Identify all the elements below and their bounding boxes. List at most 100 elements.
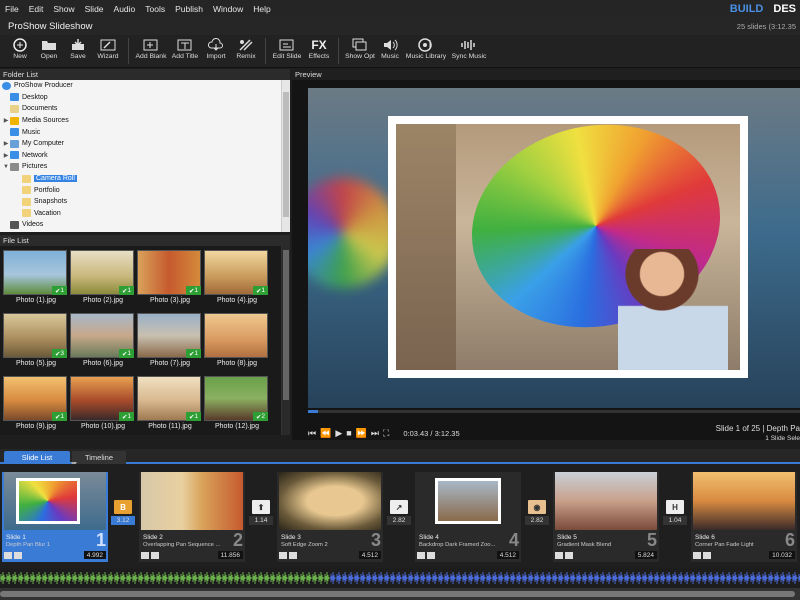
expand-arrow-icon[interactable]: ▶ xyxy=(2,117,10,124)
effects-button[interactable]: FX Effects xyxy=(304,35,334,68)
build-mode-tab[interactable]: BUILD xyxy=(730,3,764,15)
folder-item-camera-roll[interactable]: Camera Roll xyxy=(0,173,290,185)
transition-item[interactable]: H 1.04 xyxy=(663,500,687,530)
folder-list-scrollbar[interactable] xyxy=(281,80,290,232)
audio-waveform-track[interactable] xyxy=(0,568,800,588)
save-button[interactable]: Save xyxy=(64,35,92,68)
fullscreen-icon[interactable]: ⛶ xyxy=(383,428,389,439)
rewind-icon[interactable]: ⏪ xyxy=(320,428,331,439)
file-thumb[interactable]: Photo (8).jpg xyxy=(204,313,270,371)
tab-timeline[interactable]: Timeline xyxy=(72,451,126,464)
file-list-scrollbar[interactable] xyxy=(281,246,290,435)
preview-stage[interactable] xyxy=(308,88,800,408)
expand-arrow-icon[interactable]: ▶ xyxy=(2,140,10,147)
folder-item-videos[interactable]: Videos xyxy=(0,219,290,231)
transition-icon: B xyxy=(114,500,132,514)
play-slide-icon[interactable] xyxy=(555,551,563,559)
folder-item-vacation[interactable]: Vacation xyxy=(0,208,290,220)
file-thumb[interactable]: ✔ 1 Photo (9).jpg xyxy=(3,376,69,434)
file-thumb[interactable]: ✔ 1 Photo (6).jpg xyxy=(70,313,136,371)
play-slide-icon[interactable] xyxy=(417,551,425,559)
transition-item[interactable]: B 3.12 xyxy=(111,500,135,530)
tab-slide-list[interactable]: Slide List xyxy=(4,451,70,464)
file-thumb[interactable]: ✔ 2 Photo (12).jpg xyxy=(204,376,270,434)
slide-list-scrollbar[interactable] xyxy=(0,588,800,600)
slide-item[interactable]: 1 Slide 1 Depth Pan Blur 1 4.992 xyxy=(2,472,108,562)
import-button[interactable]: Import xyxy=(201,35,231,68)
folder-item-desktop[interactable]: Desktop xyxy=(0,92,290,104)
folder-item-documents[interactable]: Documents xyxy=(0,103,290,115)
slide-duration[interactable]: 4.512 xyxy=(358,551,381,559)
slide-duration[interactable]: 10.032 xyxy=(769,551,795,559)
collapse-arrow-icon[interactable]: ▼ xyxy=(2,164,10,170)
file-thumb[interactable]: ✔ 1 Photo (7).jpg xyxy=(137,313,203,371)
menu-help[interactable]: Help xyxy=(248,4,275,14)
menu-window[interactable]: Window xyxy=(208,4,248,14)
folder-item-proshow-producer[interactable]: ProShow Producer xyxy=(0,80,290,92)
show-options-button[interactable]: Show Opt xyxy=(343,35,377,68)
music-library-button[interactable]: Music Library xyxy=(403,35,449,68)
design-mode-tab[interactable]: DES xyxy=(773,3,796,15)
music-button[interactable]: Music xyxy=(377,35,403,68)
fast-forward-icon[interactable]: ⏩ xyxy=(356,428,367,439)
slide-duration[interactable]: 4.512 xyxy=(496,551,519,559)
main-toolbar: New Open Save Wizard Add Blank Add Title… xyxy=(0,35,800,68)
slide-item[interactable]: 4 Slide 4 Backdrop Dark Framed Zoo... 4.… xyxy=(415,472,521,562)
menu-edit[interactable]: Edit xyxy=(24,4,49,14)
transition-item[interactable]: ↗ 2.82 xyxy=(387,500,411,530)
folder-list-header: Folder List xyxy=(0,69,290,80)
play-icon[interactable]: ▶ xyxy=(335,428,342,439)
skip-end-icon[interactable]: ⏭ xyxy=(371,428,379,439)
menu-slide[interactable]: Slide xyxy=(80,4,109,14)
scrollbar-thumb[interactable] xyxy=(0,591,795,597)
slide-duration[interactable]: 4.992 xyxy=(83,551,106,559)
toolbar-separator xyxy=(128,38,129,64)
stop-icon[interactable]: ■ xyxy=(346,428,351,438)
slide-item[interactable]: 3 Slide 3 Soft Edge Zoom 2 4.512 xyxy=(277,472,383,562)
wizard-button[interactable]: Wizard xyxy=(92,35,124,68)
slide-item[interactable]: 6 Slide 6 Corner Pan Fade Light 10.032 xyxy=(691,472,797,562)
menu-file[interactable]: File xyxy=(0,4,24,14)
open-button[interactable]: Open xyxy=(34,35,64,68)
folder-item-network[interactable]: ▶ Network xyxy=(0,150,290,162)
file-thumb[interactable]: ✔ 1 Photo (11).jpg xyxy=(137,376,203,434)
file-thumb[interactable]: ✔ 1 Photo (1).jpg xyxy=(3,250,69,308)
menu-tools[interactable]: Tools xyxy=(140,4,170,14)
folder-item-music[interactable]: Music xyxy=(0,126,290,138)
folder-item-portfolio[interactable]: Portfolio xyxy=(0,184,290,196)
file-thumb[interactable]: ✔ 1 Photo (10).jpg xyxy=(70,376,136,434)
file-thumb[interactable]: ✔ 1 Photo (3).jpg xyxy=(137,250,203,308)
transition-item[interactable]: ⬆ 1.14 xyxy=(249,500,273,530)
folder-item-snapshots[interactable]: Snapshots xyxy=(0,196,290,208)
play-slide-icon[interactable] xyxy=(279,551,287,559)
slide-item[interactable]: 5 Slide 5 Gradient Mask Blend 5.824 xyxy=(553,472,659,562)
menu-publish[interactable]: Publish xyxy=(170,4,208,14)
slide-item[interactable]: 2 Slide 2 Overlapping Pan Sequence ... 1… xyxy=(139,472,245,562)
file-thumb[interactable]: ✔ 1 Photo (4).jpg xyxy=(204,250,270,308)
new-button[interactable]: New xyxy=(6,35,34,68)
edit-slide-button[interactable]: Edit Slide xyxy=(270,35,304,68)
play-slide-icon[interactable] xyxy=(141,551,149,559)
expand-arrow-icon[interactable]: ▶ xyxy=(2,152,10,159)
slide-duration[interactable]: 11.856 xyxy=(217,551,243,559)
slide-thumbnail xyxy=(693,472,795,530)
scrollbar-thumb[interactable] xyxy=(283,250,289,400)
file-thumb[interactable]: ✔ 3 Photo (5).jpg xyxy=(3,313,69,371)
add-blank-button[interactable]: Add Blank xyxy=(133,35,169,68)
menu-show[interactable]: Show xyxy=(48,4,79,14)
scrollbar-thumb[interactable] xyxy=(283,92,289,217)
skip-start-icon[interactable]: ⏮ xyxy=(308,428,316,439)
remix-button[interactable]: Remix xyxy=(231,35,261,68)
slide-duration[interactable]: 5.824 xyxy=(634,551,657,559)
folder-item-pictures[interactable]: ▼ Pictures xyxy=(0,161,290,173)
play-slide-icon[interactable] xyxy=(693,551,701,559)
add-title-button[interactable]: Add Title xyxy=(169,35,201,68)
sync-music-button[interactable]: Sync Music xyxy=(449,35,489,68)
play-slide-icon[interactable] xyxy=(4,551,12,559)
folder-item-media-sources[interactable]: ▶ Media Sources xyxy=(0,115,290,127)
menu-audio[interactable]: Audio xyxy=(109,4,141,14)
transition-item[interactable]: ◉ 2.82 xyxy=(525,500,549,530)
folder-item-my-computer[interactable]: ▶ My Computer xyxy=(0,138,290,150)
preview-progress-track[interactable] xyxy=(308,410,800,413)
file-thumb[interactable]: ✔ 1 Photo (2).jpg xyxy=(70,250,136,308)
